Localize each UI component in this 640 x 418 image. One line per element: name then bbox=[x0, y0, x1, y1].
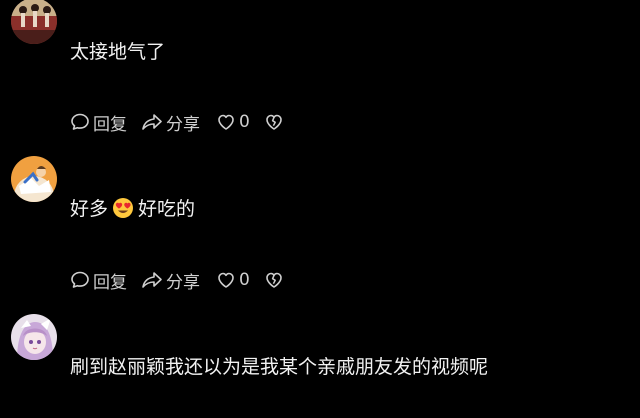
share-label: 分享 bbox=[166, 272, 200, 293]
heart-outline-icon bbox=[218, 114, 234, 130]
avatar-cartoon-icon bbox=[11, 156, 57, 202]
reply-label: 回复 bbox=[93, 272, 127, 293]
dislike-button[interactable] bbox=[264, 112, 284, 132]
avatar-photo-icon bbox=[11, 0, 57, 44]
heart-outline-icon bbox=[218, 272, 234, 288]
share-arrow-icon bbox=[142, 272, 162, 288]
heart-eyes-emoji-icon bbox=[112, 197, 134, 225]
like-count: 0 bbox=[239, 112, 250, 132]
comment-text-part: 好吃的 bbox=[138, 198, 196, 220]
reply-label: 回复 bbox=[93, 114, 127, 135]
like-button[interactable]: 0 bbox=[216, 112, 250, 132]
share-label: 分享 bbox=[166, 114, 200, 135]
like-count: 0 bbox=[239, 270, 250, 290]
avatar-anime-icon bbox=[11, 314, 57, 360]
share-button[interactable]: 分享 bbox=[141, 268, 200, 293]
comment-bubble-icon bbox=[71, 113, 89, 130]
reply-button[interactable]: 回复 bbox=[70, 110, 127, 135]
comment-text: 太接地气了 bbox=[70, 41, 166, 63]
share-button[interactable]: 分享 bbox=[141, 110, 200, 135]
comment-text: 刷到赵丽颖我还以为是我某个亲戚朋友发的视频呢 bbox=[70, 356, 489, 378]
broken-heart-icon bbox=[266, 272, 282, 288]
user-avatar[interactable] bbox=[11, 156, 57, 202]
comment-text: 好多 好吃的 bbox=[70, 197, 195, 225]
comment-actions: 回复 分享 0 bbox=[70, 268, 284, 293]
dislike-button[interactable] bbox=[264, 270, 284, 290]
like-button[interactable]: 0 bbox=[216, 270, 250, 290]
comment-actions: 回复 分享 0 bbox=[70, 110, 284, 135]
share-arrow-icon bbox=[142, 114, 162, 130]
user-avatar[interactable] bbox=[11, 0, 57, 44]
comment-bubble-icon bbox=[71, 271, 89, 288]
comment-text-part: 好多 bbox=[70, 198, 109, 220]
broken-heart-icon bbox=[266, 114, 282, 130]
user-avatar[interactable] bbox=[11, 314, 57, 360]
reply-button[interactable]: 回复 bbox=[70, 268, 127, 293]
